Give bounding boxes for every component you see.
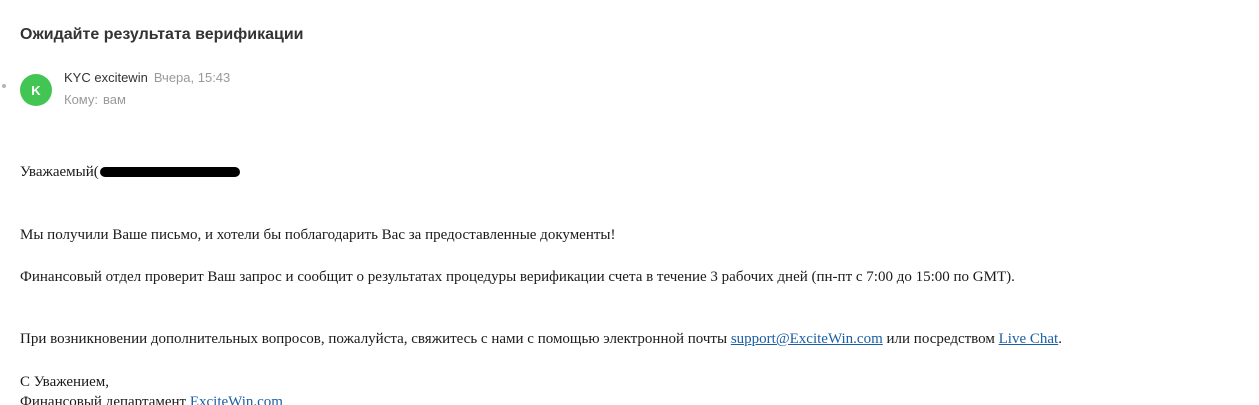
- paragraph-contact: При возникновении дополнительных вопросо…: [20, 330, 1062, 348]
- email-subject: Ожидайте результата верификации: [20, 26, 304, 43]
- recipient-row: Кому: вам: [64, 92, 230, 114]
- support-email-link[interactable]: support@ExciteWin.com: [731, 331, 883, 347]
- greeting-line: Уважаемый(: [20, 163, 240, 181]
- paragraph-verification: Финансовый отдел проверит Ваш запрос и с…: [20, 269, 1015, 285]
- sender-row: KYC excitewin Вчера, 15:43: [64, 70, 230, 92]
- sender-name[interactable]: KYC excitewin: [64, 70, 148, 85]
- contact-text-suffix: .: [1058, 331, 1062, 347]
- greeting-text: Уважаемый(: [20, 164, 99, 180]
- signature-line: Финансовый департамент ExciteWin.com: [20, 393, 283, 405]
- signature-text: Финансовый департамент: [20, 394, 190, 405]
- email-header-meta: KYC excitewin Вчера, 15:43 Кому: вам: [64, 70, 230, 114]
- paragraph-thanks: Мы получили Ваше письмо, и хотели бы поб…: [20, 227, 616, 243]
- contact-text-middle: или посредством: [882, 331, 999, 347]
- email-view: Ожидайте результата верификации K KYC ex…: [0, 0, 1259, 405]
- avatar-letter: K: [31, 82, 41, 98]
- sender-avatar[interactable]: K: [20, 74, 52, 106]
- email-date: Вчера, 15:43: [153, 70, 231, 85]
- recipient-value[interactable]: вам: [103, 92, 126, 107]
- redacted-name: [99, 166, 240, 177]
- contact-text-prefix: При возникновении дополнительных вопросо…: [20, 331, 731, 347]
- excitewin-site-link[interactable]: ExciteWin.com: [190, 394, 283, 405]
- closing-line: С Уважением,: [20, 374, 110, 390]
- recipient-label: Кому:: [64, 92, 98, 107]
- unread-indicator[interactable]: [2, 84, 6, 88]
- live-chat-link[interactable]: Live Chat: [999, 331, 1059, 347]
